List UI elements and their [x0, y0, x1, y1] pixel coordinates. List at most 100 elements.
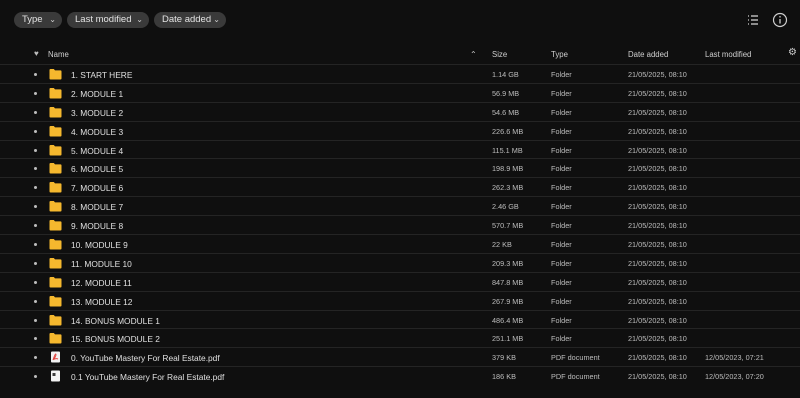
row-bullet: [34, 205, 37, 209]
file-name[interactable]: 4. MODULE 3: [71, 127, 123, 137]
table-row[interactable]: 12. MODULE 11 847.8 MB Folder 21/05/2025, 0…: [0, 271, 800, 291]
table-row[interactable]: 4. MODULE 3 226.6 MB Folder 21/05/2025, 08:…: [0, 120, 800, 140]
folder-icon: [49, 332, 62, 344]
row-bullet: [34, 243, 37, 247]
file-type: Folder: [551, 70, 572, 79]
file-type: Folder: [551, 107, 572, 117]
file-name[interactable]: 9. MODULE 8: [71, 221, 123, 231]
file-size: 54.6 MB: [492, 107, 520, 117]
folder-icon: [49, 144, 62, 156]
file-type: Folder: [551, 315, 572, 325]
file-name[interactable]: 13. MODULE 12: [71, 297, 132, 307]
table-row[interactable]: 15. BONUS MODULE 2 251.1 MB Folder 21/05/20…: [0, 328, 800, 347]
file-name[interactable]: 5. MODULE 4: [71, 146, 123, 156]
file-date-added: 21/05/2025, 08:10: [628, 296, 687, 306]
file-date-added: 21/05/2025, 08:10: [628, 221, 687, 231]
chevron-down-icon: ⌄: [136, 15, 143, 24]
file-name[interactable]: 11. MODULE 10: [71, 259, 132, 269]
table-row[interactable]: 5. MODULE 4 115.1 MB Folder 21/05/2025, 08:…: [0, 139, 800, 159]
file-date-added: 21/05/2025, 08:10: [628, 126, 687, 136]
row-bullet: [34, 318, 37, 322]
pdf-icon: [49, 351, 62, 363]
row-bullet: [34, 186, 37, 190]
file-name[interactable]: 10. MODULE 9: [71, 240, 128, 250]
folder-icon: [49, 295, 62, 307]
file-type: Folder: [551, 240, 572, 250]
file-name[interactable]: 12. MODULE 11: [71, 278, 132, 288]
file-name[interactable]: 6. MODULE 5: [71, 164, 123, 174]
folder-icon: [49, 106, 62, 118]
sort-ascending-icon[interactable]: ⌃: [470, 50, 477, 59]
favorite-column-icon[interactable]: ♥: [34, 49, 39, 58]
column-header-name[interactable]: Name: [48, 50, 69, 59]
row-bullet: [34, 129, 37, 133]
row-bullet: [34, 91, 37, 95]
file-size: 22 KB: [492, 240, 512, 250]
file-date-added: 21/05/2025, 08:10: [628, 258, 687, 268]
last-modified-filter-chip[interactable]: Last modified ⌄: [67, 12, 149, 28]
file-last-modified: 12/05/2023, 07:20: [705, 372, 764, 382]
file-date-added: 21/05/2025, 08:10: [628, 240, 687, 250]
folder-icon: [49, 314, 62, 326]
chevron-down-icon: ⌄: [49, 15, 56, 24]
type-filter-label: Type: [22, 14, 43, 25]
column-header-type[interactable]: Type: [551, 50, 568, 59]
table-row[interactable]: 7. MODULE 6 262.3 MB Folder 21/05/2025, 08:…: [0, 177, 800, 196]
file-name[interactable]: 1. START HERE: [71, 70, 132, 80]
folder-icon: [49, 125, 62, 137]
table-row[interactable]: 8. MODULE 7 2.46 GB Folder 21/05/2025, 08:1…: [0, 196, 800, 215]
type-filter-chip[interactable]: Type ⌄: [14, 12, 62, 28]
file-size: 2.46 GB: [492, 202, 519, 212]
table-row[interactable]: 1. START HERE 1.14 GB Folder 21/05/2025, 08…: [0, 64, 800, 83]
table-row[interactable]: 6. MODULE 5 198.9 MB Folder 21/05/2025, 08:…: [0, 158, 800, 177]
file-size: 209.3 MB: [492, 258, 524, 268]
chevron-down-icon: ⌄: [213, 15, 220, 24]
row-bullet: [34, 73, 37, 76]
table-row[interactable]: 11. MODULE 10 209.3 MB Folder 21/05/2025, 0…: [0, 252, 800, 272]
file-date-added: 21/05/2025, 08:10: [628, 88, 687, 98]
file-last-modified: 12/05/2023, 07:21: [705, 353, 764, 363]
table-header: ♥ Name ⌃ Size Type Date added Last modif…: [0, 46, 800, 64]
file-name[interactable]: 14. BONUS MODULE 1: [71, 316, 160, 326]
folder-icon: [49, 87, 62, 99]
file-name[interactable]: 15. BONUS MODULE 2: [71, 334, 160, 344]
table-row[interactable]: 2. MODULE 1 56.9 MB Folder 21/05/2025, 08:1…: [0, 82, 800, 102]
file-name[interactable]: 0. YouTube Mastery For Real Estate.pdf: [71, 353, 220, 363]
file-type: PDF document: [551, 353, 600, 363]
file-name[interactable]: 2. MODULE 1: [71, 89, 123, 99]
table-row[interactable]: 14. BONUS MODULE 1 486.4 MB Folder 21/05/20…: [0, 309, 800, 329]
column-header-date-added[interactable]: Date added: [628, 50, 668, 59]
file-type: Folder: [551, 296, 572, 306]
file-size: 186 KB: [492, 372, 516, 382]
file-size: 486.4 MB: [492, 315, 524, 325]
file-date-added: 21/05/2025, 08:10: [628, 277, 687, 287]
file-date-added: 21/05/2025, 08:10: [628, 334, 687, 344]
info-icon[interactable]: [771, 11, 789, 29]
file-type: Folder: [551, 183, 572, 193]
file-size: 262.3 MB: [492, 183, 524, 193]
file-size: 1.14 GB: [492, 70, 519, 79]
file-name[interactable]: 7. MODULE 6: [71, 183, 123, 193]
list-view-icon[interactable]: [744, 11, 762, 29]
file-date-added: 21/05/2025, 08:10: [628, 145, 687, 155]
gear-icon[interactable]: ⚙: [788, 47, 797, 58]
file-size: 115.1 MB: [492, 145, 523, 155]
column-header-size[interactable]: Size: [492, 50, 507, 59]
table-row[interactable]: 3. MODULE 2 54.6 MB Folder 21/05/2025, 08:1…: [0, 101, 800, 121]
table-row[interactable]: 0.1 YouTube Mastery For Real Estate.pdf 1…: [0, 366, 800, 385]
date-added-filter-chip[interactable]: Date added ⌄: [154, 12, 226, 28]
row-bullet: [34, 375, 37, 379]
file-name[interactable]: 0.1 YouTube Mastery For Real Estate.pdf: [71, 372, 224, 382]
column-header-last-modified[interactable]: Last modified: [705, 50, 751, 59]
last-modified-filter-label: Last modified: [75, 14, 132, 25]
file-name[interactable]: 8. MODULE 7: [71, 202, 123, 212]
file-type: PDF document: [551, 372, 600, 382]
table-row[interactable]: 13. MODULE 12 267.9 MB Folder 21/05/2025, 0…: [0, 290, 800, 310]
file-name[interactable]: 3. MODULE 2: [71, 108, 123, 118]
table-row[interactable]: 10. MODULE 9 22 KB Folder 21/05/2025, 08:10: [0, 234, 800, 253]
row-bullet: [34, 148, 37, 152]
file-type: Folder: [551, 221, 572, 231]
table-row[interactable]: 9. MODULE 8 570.7 MB Folder 21/05/2025, 08:…: [0, 215, 800, 234]
table-row[interactable]: 0. YouTube Mastery For Real Estate.pdf 37…: [0, 347, 800, 366]
file-date-added: 21/05/2025, 08:10: [628, 353, 687, 363]
